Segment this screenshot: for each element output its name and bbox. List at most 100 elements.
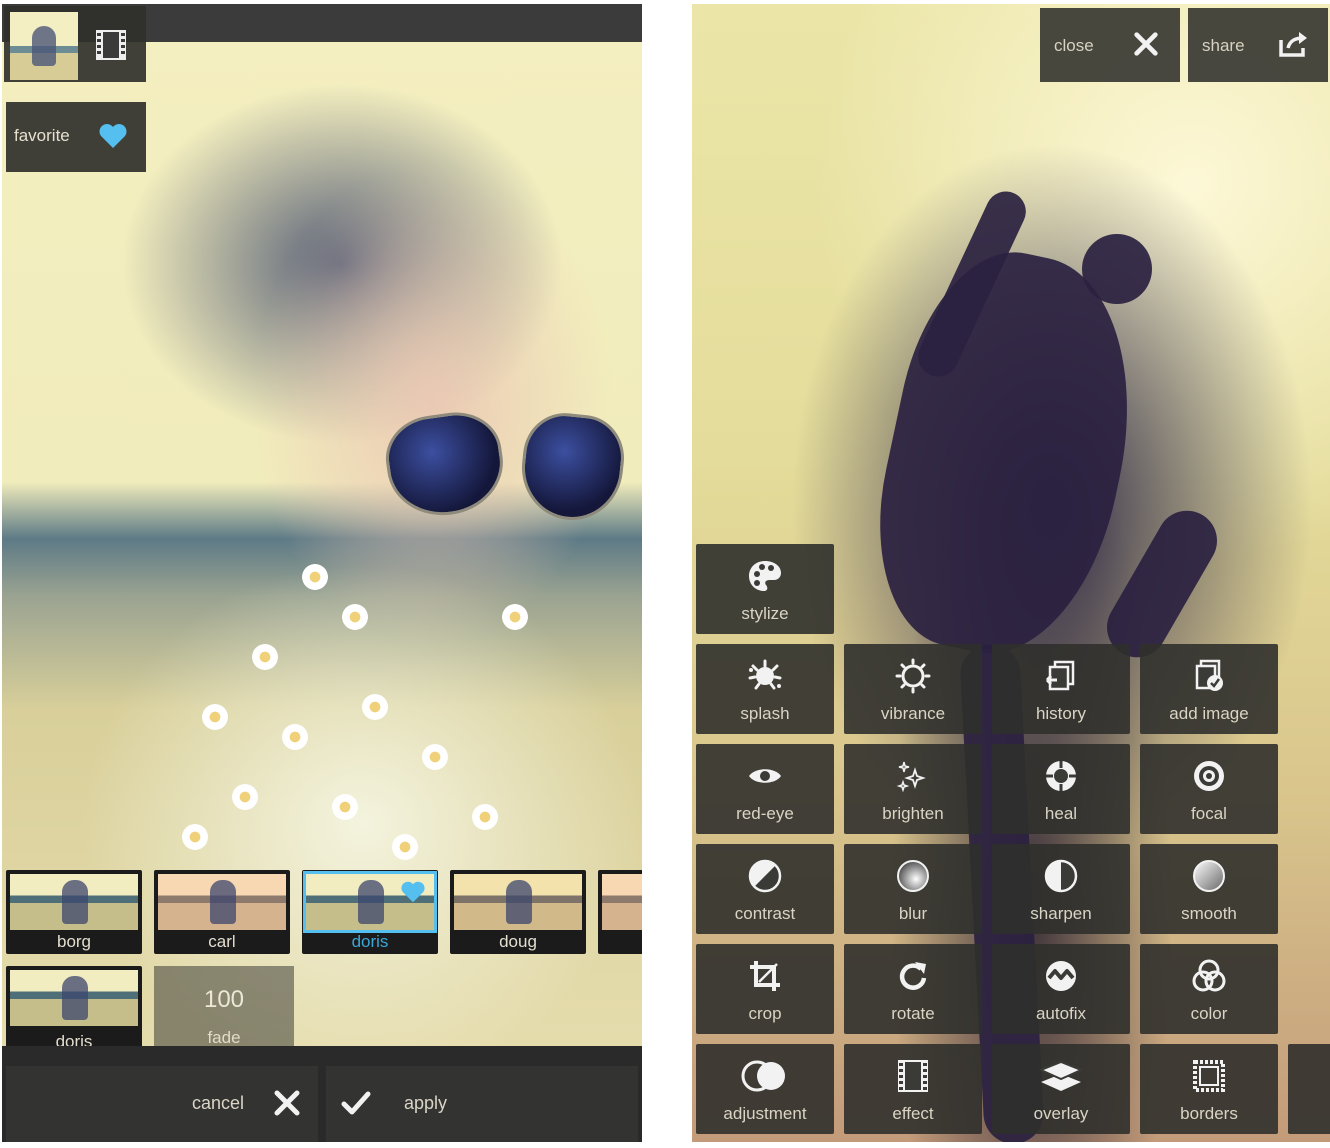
focal-icon	[1194, 761, 1224, 791]
flower	[362, 694, 388, 720]
share-button[interactable]: share	[1188, 8, 1328, 82]
tool-label: autofix	[1035, 1004, 1087, 1023]
favorite-button[interactable]: favorite	[6, 102, 146, 172]
tool-stylize[interactable]: stylize	[696, 544, 834, 634]
flower	[502, 604, 528, 630]
close-button[interactable]: close	[1040, 8, 1180, 82]
tool-sharpen[interactable]: sharpen	[992, 844, 1130, 934]
filter-thumbnail	[10, 874, 138, 930]
cancel-button[interactable]: cancel	[6, 1066, 318, 1142]
flower	[342, 604, 368, 630]
flower	[202, 704, 228, 730]
original-toggle[interactable]	[4, 6, 146, 82]
tool-label: heal	[1044, 804, 1078, 823]
original-thumbnail[interactable]	[10, 12, 78, 80]
tool-rotate[interactable]: rotate	[844, 944, 982, 1034]
sun-icon	[895, 658, 931, 694]
tool-label: add image	[1169, 704, 1249, 723]
tool-next-partial[interactable]	[1288, 1044, 1330, 1134]
filter-thumbnail	[454, 874, 582, 930]
tool-adjustment[interactable]: adjustment	[696, 1044, 834, 1134]
tool-history[interactable]: history	[992, 644, 1130, 734]
history-icon	[1045, 660, 1075, 691]
tool-red-eye[interactable]: red-eye	[696, 744, 834, 834]
tool-blur[interactable]: blur	[844, 844, 982, 934]
filter-carl[interactable]: carl	[154, 870, 290, 954]
palette-icon	[749, 561, 781, 591]
filmstrip-icon[interactable]	[94, 28, 128, 62]
flower	[302, 564, 328, 590]
flower	[232, 784, 258, 810]
smooth-icon	[1193, 860, 1225, 892]
filter-thumbnail	[10, 970, 138, 1026]
tool-label: overlay	[1033, 1104, 1089, 1123]
tool-color[interactable]: color	[1140, 944, 1278, 1034]
close-icon	[274, 1090, 300, 1116]
tool-contrast[interactable]: contrast	[696, 844, 834, 934]
heart-icon	[401, 881, 425, 903]
filter-doug[interactable]: doug	[450, 870, 586, 954]
tool-heal[interactable]: heal	[992, 744, 1130, 834]
tool-effect[interactable]: effect	[844, 1044, 982, 1134]
filter-label: carl	[208, 932, 236, 951]
tool-label: red-eye	[736, 804, 794, 823]
crop-icon	[750, 961, 780, 991]
tool-borders[interactable]: borders	[1140, 1044, 1278, 1134]
tool-label: history	[1035, 704, 1087, 723]
tool-label: smooth	[1181, 904, 1237, 923]
flower	[252, 644, 278, 670]
close-icon	[1134, 32, 1158, 56]
add-image-icon	[1195, 659, 1223, 691]
share-label: share	[1202, 36, 1245, 55]
tool-splash[interactable]: splash	[696, 644, 834, 734]
tool-crop[interactable]: crop	[696, 944, 834, 1034]
tool-label: rotate	[891, 1004, 935, 1023]
tool-overlay[interactable]: overlay	[992, 1044, 1130, 1134]
adjustment-icon	[741, 1060, 785, 1092]
tool-label: splash	[740, 704, 790, 723]
tool-vibrance[interactable]: vibrance	[844, 644, 982, 734]
contrast-icon	[748, 859, 782, 893]
eye-icon	[749, 769, 781, 783]
tool-label: blur	[898, 904, 928, 923]
flower	[392, 834, 418, 860]
fade-value: 100	[203, 986, 245, 1013]
filter-thumbnail	[602, 874, 642, 930]
filmstrip-icon	[898, 1060, 928, 1092]
color-icon	[1192, 959, 1226, 992]
filter-borg[interactable]: borg	[6, 870, 142, 954]
sunglass-lens-right	[516, 409, 629, 525]
tool-label: vibrance	[880, 704, 946, 723]
heart-icon	[99, 124, 127, 148]
tool-label: brighten	[882, 804, 944, 823]
tool-label: stylize	[741, 604, 789, 623]
close-label: close	[1054, 36, 1094, 55]
tool-focal[interactable]: focal	[1140, 744, 1278, 834]
tool-brighten[interactable]: brighten	[844, 744, 982, 834]
flower	[472, 804, 498, 830]
sparkle-icon	[896, 761, 926, 793]
tool-label: crop	[748, 1004, 782, 1023]
favorite-label: favorite	[14, 126, 70, 145]
autofix-icon	[1046, 961, 1076, 991]
tool-label: effect	[892, 1104, 934, 1123]
share-icon	[1279, 32, 1307, 57]
flower	[422, 744, 448, 770]
dancer-leg	[1096, 499, 1228, 669]
tool-add-image[interactable]: add image	[1140, 644, 1278, 734]
tool-label: adjustment	[723, 1104, 807, 1123]
tool-label: contrast	[734, 904, 796, 923]
fade-control[interactable]: 100 fade	[154, 966, 294, 1054]
filter-doris[interactable]: doris	[302, 870, 438, 954]
sharpen-icon	[1044, 859, 1078, 893]
filter-screen: favorite borg carl doris doug doris 100 …	[2, 4, 642, 1142]
flower	[332, 794, 358, 820]
tool-autofix[interactable]: autofix	[992, 944, 1130, 1034]
current-filter[interactable]: doris	[6, 966, 142, 1054]
filter-thumbnail	[158, 874, 286, 930]
checkmark-icon	[341, 1091, 371, 1115]
tools-screen: close share stylize splash vibrance hist…	[692, 4, 1330, 1142]
filter-next-partial[interactable]	[598, 870, 642, 954]
apply-button[interactable]: apply	[326, 1066, 638, 1142]
tool-smooth[interactable]: smooth	[1140, 844, 1278, 934]
